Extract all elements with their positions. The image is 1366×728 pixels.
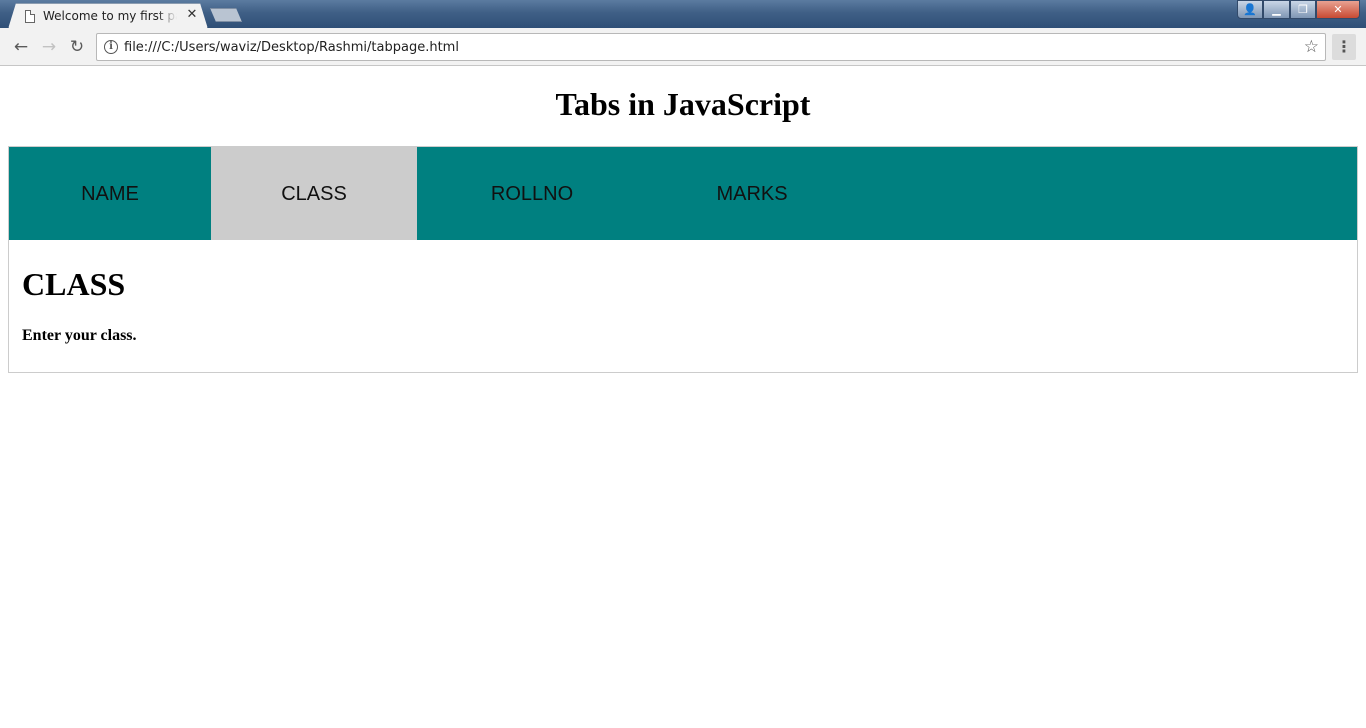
page-icon xyxy=(25,10,35,23)
tab-title: Welcome to my first page xyxy=(43,9,177,23)
content-title: CLASS xyxy=(22,266,126,302)
maximize-button[interactable]: ❐ xyxy=(1290,0,1316,19)
browser-tab[interactable]: Welcome to my first page ✕ xyxy=(8,3,208,29)
page-title: Tabs in JavaScript xyxy=(555,86,811,122)
forward-button[interactable]: → xyxy=(38,36,60,58)
info-icon[interactable]: i xyxy=(104,40,118,54)
tab-close-icon[interactable]: ✕ xyxy=(185,7,199,23)
menu-icon[interactable]: ⋮ xyxy=(1332,34,1356,60)
tab-bar: NAME CLASS ROLLNO MARKS xyxy=(8,146,1358,241)
close-window-button[interactable]: ✕ xyxy=(1316,0,1360,19)
address-bar[interactable]: i file:///C:/Users/waviz/Desktop/Rashmi/… xyxy=(96,33,1326,61)
window-controls: 👤 ▁ ❐ ✕ xyxy=(1237,0,1360,19)
browser-toolbar: ← → ↻ i file:///C:/Users/waviz/Desktop/R… xyxy=(0,28,1366,66)
reload-button[interactable]: ↻ xyxy=(66,36,88,58)
user-icon[interactable]: 👤 xyxy=(1237,0,1263,19)
url-text[interactable]: file:///C:/Users/waviz/Desktop/Rashmi/ta… xyxy=(124,40,459,55)
minimize-button[interactable]: ▁ xyxy=(1263,0,1290,19)
content-text: Enter your class. xyxy=(22,327,137,344)
tab-marks[interactable]: MARKS xyxy=(647,147,857,241)
tab-rollno[interactable]: ROLLNO xyxy=(417,147,647,241)
star-icon[interactable]: ☆ xyxy=(1304,37,1319,57)
tab-name[interactable]: NAME xyxy=(9,147,211,241)
new-tab-button[interactable] xyxy=(210,8,242,22)
tab-content-panel: CLASS Enter your class. xyxy=(8,240,1358,373)
back-button[interactable]: ← xyxy=(10,36,32,58)
title-bar: Welcome to my first page ✕ 👤 ▁ ❐ ✕ xyxy=(0,0,1366,29)
tab-class[interactable]: CLASS xyxy=(211,147,417,241)
